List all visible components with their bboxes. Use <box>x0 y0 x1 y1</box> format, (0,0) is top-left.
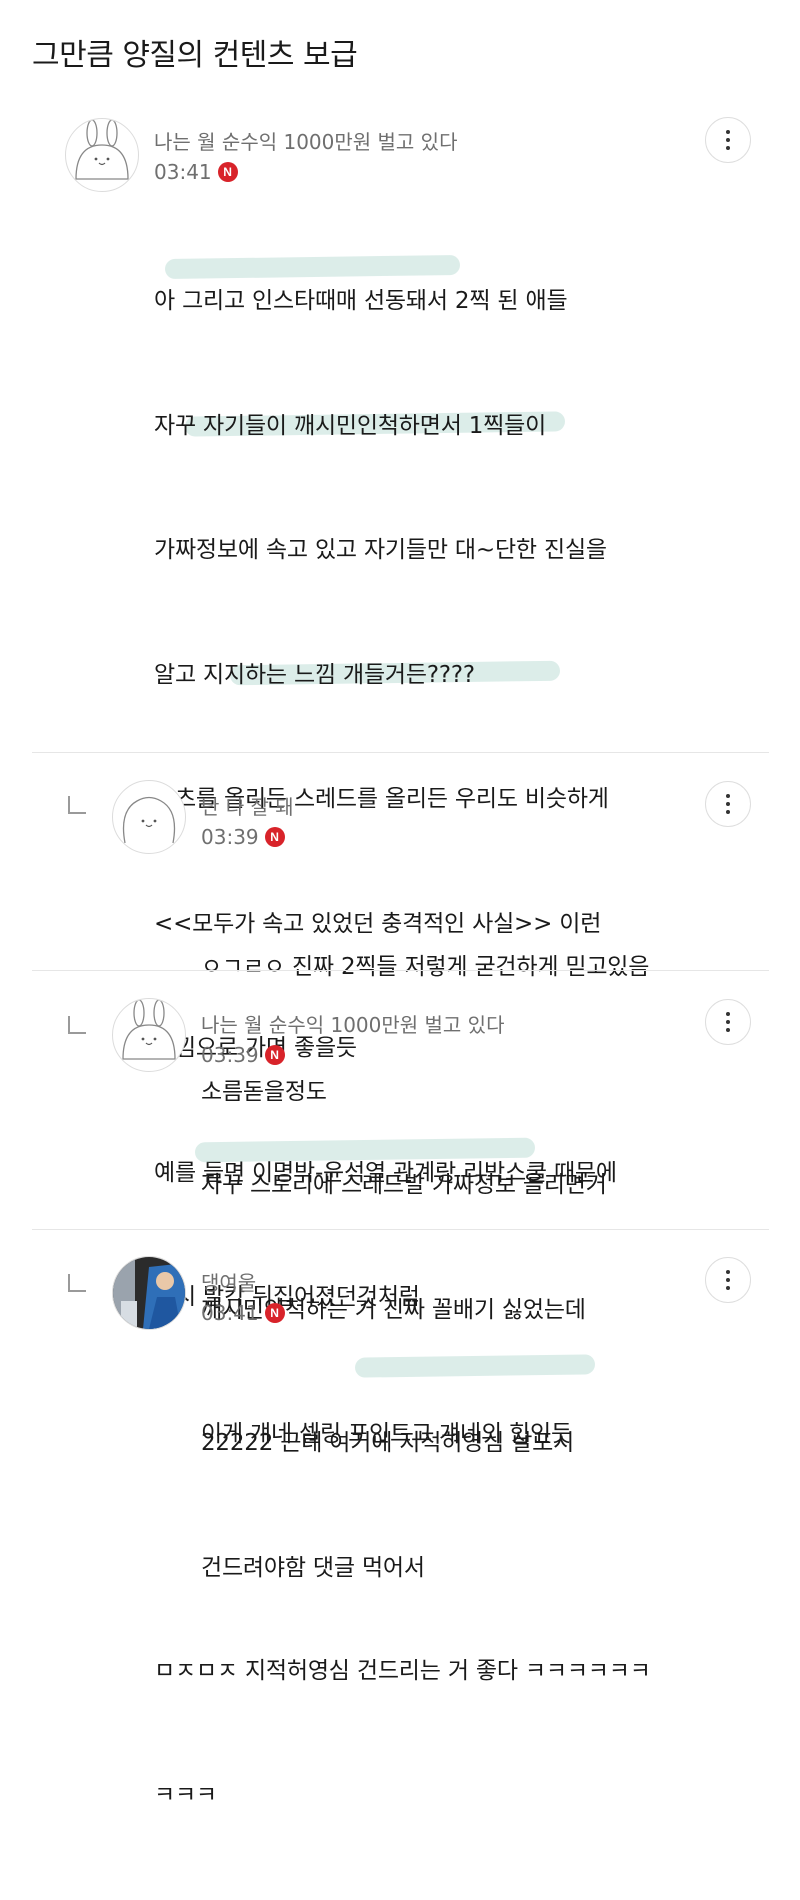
more-options-button[interactable] <box>705 1257 751 1303</box>
comment-author[interactable]: 나는 월 순수익 1000만원 벌고 있다 <box>201 1009 505 1038</box>
comment-line: 자꾸 스토리에 스레드발 가짜정보 올리면거 <box>201 1172 607 1198</box>
more-options-button[interactable] <box>705 781 751 827</box>
divider <box>32 970 769 971</box>
comment-meta: 03:39 N <box>201 1043 285 1067</box>
more-options-button[interactable] <box>705 999 751 1045</box>
more-vertical-icon <box>726 794 730 814</box>
divider <box>32 752 769 753</box>
more-options-button[interactable] <box>705 117 751 163</box>
comment-line: 22222 근데 여기에 지적허영심 살포시 <box>201 1430 575 1456</box>
new-badge-icon: N <box>264 1045 285 1065</box>
comment-line: ㅇㄱㄹㅇ 진짜 2찍들 저렇게 굳건하게 믿고있음 <box>201 954 650 980</box>
blob-avatar-icon[interactable] <box>112 780 186 854</box>
rabbit-avatar-icon[interactable] <box>65 118 139 192</box>
comment-line: 건드려야함 댓글 먹어서 <box>201 1554 425 1581</box>
comment-time: 03:41 <box>201 1301 259 1325</box>
more-vertical-icon <box>726 1270 730 1290</box>
comment-author[interactable]: 댕여울 <box>201 1267 256 1296</box>
more-vertical-icon <box>726 130 730 150</box>
comment-meta: 03:41 N <box>201 1301 285 1325</box>
comment-line: 아 그리고 인스타때매 선동돼서 2찍 된 애들 <box>154 288 568 314</box>
new-badge-icon: N <box>217 162 238 182</box>
comment-meta: 03:41 N <box>154 160 238 184</box>
comment-line: 자꾸 자기들이 깨시민인척하면서 1찍들이 <box>154 412 547 439</box>
more-vertical-icon <box>726 1012 730 1032</box>
comment-line: ㅋㅋㅋ <box>154 1782 217 1808</box>
comment-body: 22222 근데 여기에 지적허영심 살포시 건드려야함 댓글 먹어서 <box>201 1340 574 1672</box>
rabbit-avatar-icon[interactable] <box>112 998 186 1072</box>
page-title: 그만큼 양질의 컨텐츠 보급 <box>32 38 358 73</box>
comment-time: 03:39 <box>201 1043 259 1067</box>
comment-line: 알고 지지하는 느낌 개들거든???? <box>154 661 475 688</box>
reply-arrow-icon <box>68 796 86 814</box>
divider <box>32 1229 769 1230</box>
comment-meta: 03:39 N <box>201 825 285 849</box>
comment-time: 03:39 <box>201 825 259 849</box>
new-badge-icon: N <box>264 1303 285 1323</box>
reply-arrow-icon <box>68 1016 86 1034</box>
comment-time: 03:41 <box>154 160 212 184</box>
photo-avatar-icon[interactable] <box>112 1256 186 1330</box>
reply-arrow-icon <box>68 1274 86 1292</box>
comment-author[interactable]: 나는 월 순수익 1000만원 벌고 있다 <box>154 126 458 155</box>
new-badge-icon: N <box>264 827 285 847</box>
comment-author[interactable]: 난 다 잘 돼 <box>201 791 294 820</box>
comment-line: 가짜정보에 속고 있고 자기들만 대~단한 진실을 <box>154 537 607 563</box>
